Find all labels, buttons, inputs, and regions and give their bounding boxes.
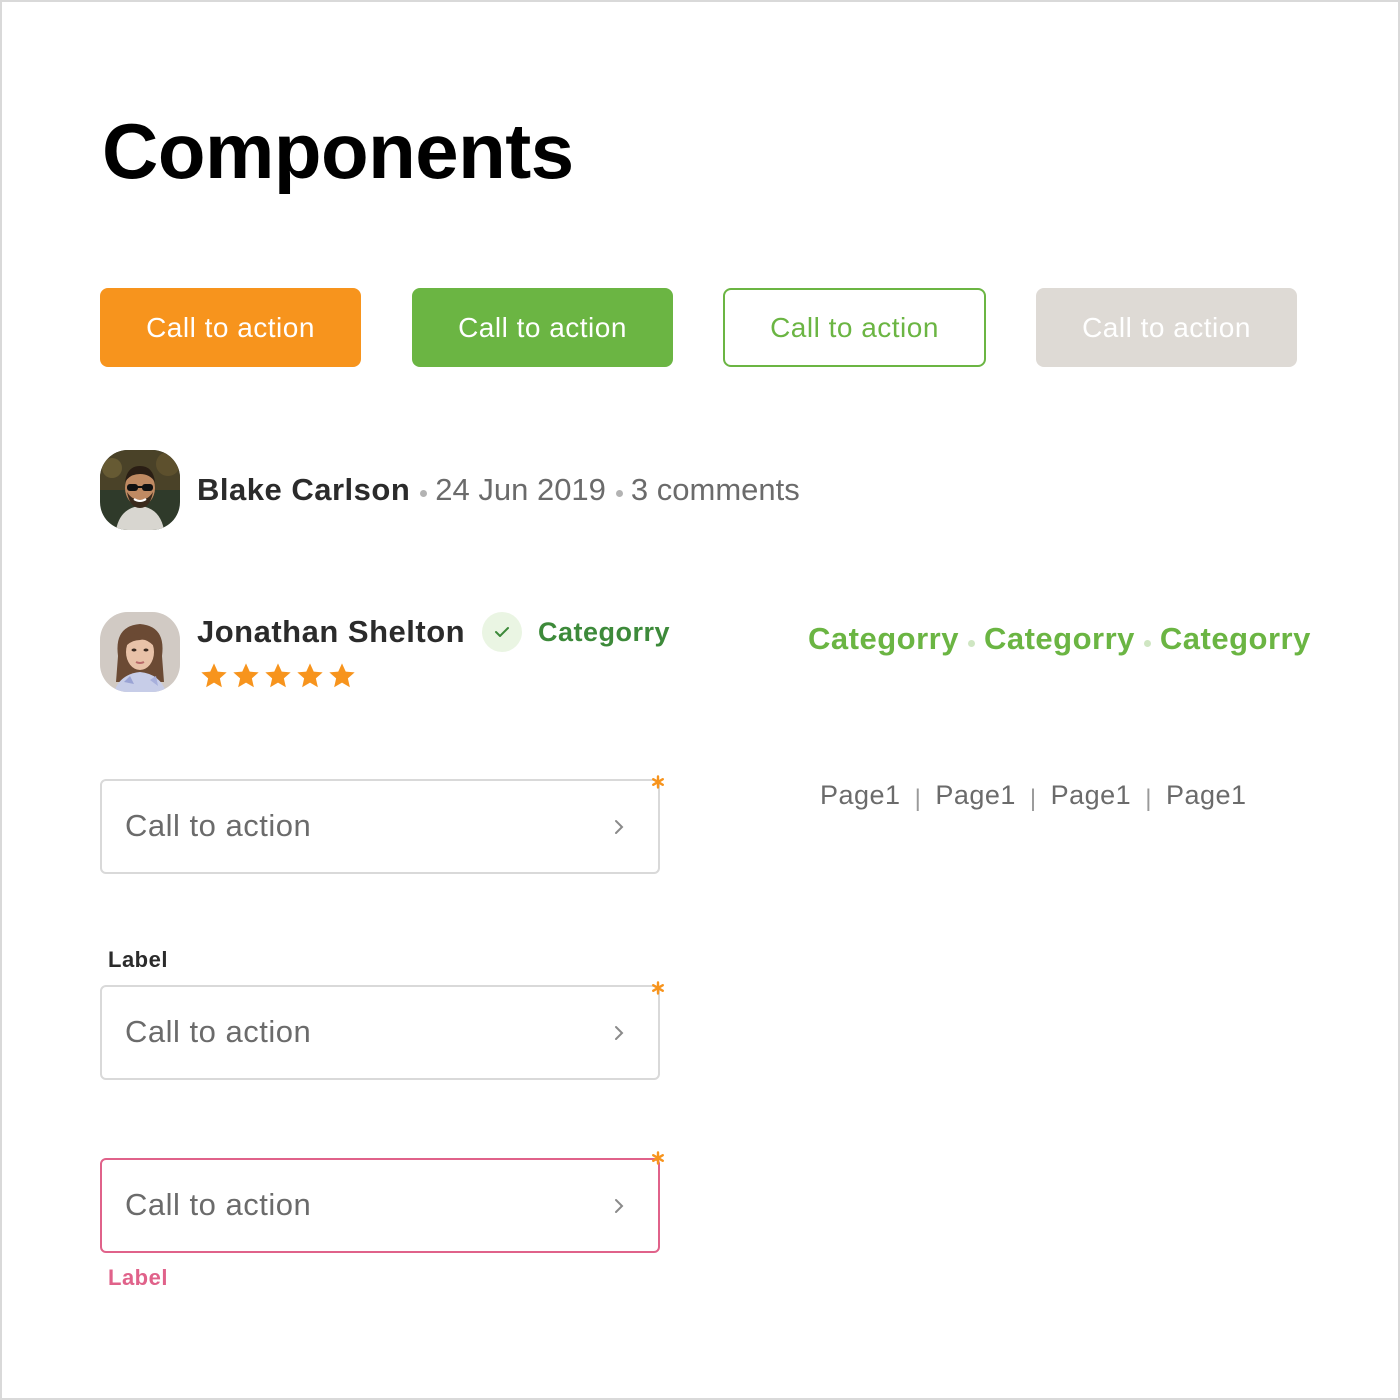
separator-dot: [615, 490, 623, 497]
chevron-right-icon: [610, 1196, 628, 1216]
review-author-name[interactable]: Jonathan Shelton: [197, 612, 465, 652]
page-link[interactable]: Page1: [1166, 780, 1247, 810]
verified-category[interactable]: Categorry: [538, 614, 670, 650]
chevron-right-icon: [610, 1023, 628, 1043]
field-label: Label: [108, 947, 168, 972]
star-icon: [262, 660, 294, 692]
star-icon: [294, 660, 326, 692]
avatar-jonathan[interactable]: [100, 612, 180, 692]
rating-stars: [198, 660, 358, 692]
post-meta: Blake Carlson 24 Jun 2019 3 comments: [197, 470, 800, 510]
check-icon: [482, 612, 522, 652]
asterisk-icon: [651, 1151, 665, 1165]
comments-count[interactable]: 3 comments: [631, 472, 800, 507]
page-title: Components: [102, 107, 574, 195]
select-field-value: Call to action: [125, 1187, 312, 1222]
page-link[interactable]: Page1: [820, 780, 901, 810]
separator-dot: [1143, 640, 1151, 647]
select-field[interactable]: Call to action: [100, 779, 660, 874]
page-separator: |: [1145, 785, 1152, 812]
post-date: 24 Jun 2019: [435, 472, 606, 507]
select-field-labeled[interactable]: Call to action: [100, 985, 660, 1080]
category-link[interactable]: Categorry: [984, 621, 1135, 656]
select-field-error[interactable]: Call to action: [100, 1158, 660, 1253]
select-field-value: Call to action: [125, 1014, 312, 1049]
page-link[interactable]: Page1: [1051, 780, 1132, 810]
pagination: Page1 | Page1 | Page1 | Page1: [820, 776, 1247, 818]
page-separator: |: [1029, 785, 1037, 812]
field-error-label: Label: [108, 1265, 168, 1290]
star-icon: [198, 660, 230, 692]
chevron-right-icon: [610, 817, 628, 837]
asterisk-icon: [651, 981, 665, 995]
primary-button[interactable]: Call to action: [100, 288, 361, 367]
category-list: Categorry Categorry Categorry: [808, 618, 1311, 660]
page-link[interactable]: Page1: [935, 780, 1016, 810]
asterisk-icon: [651, 775, 665, 789]
avatar-blake[interactable]: [100, 450, 180, 530]
select-field-value: Call to action: [125, 808, 312, 843]
category-link[interactable]: Categorry: [808, 621, 959, 656]
disabled-button: Call to action: [1036, 288, 1297, 367]
separator-dot: [967, 640, 975, 647]
outline-button[interactable]: Call to action: [723, 288, 986, 367]
star-icon: [230, 660, 262, 692]
secondary-button[interactable]: Call to action: [412, 288, 673, 367]
author-name[interactable]: Blake Carlson: [197, 472, 410, 507]
page-separator: |: [914, 785, 922, 812]
category-link[interactable]: Categorry: [1160, 621, 1311, 656]
separator-dot: [420, 490, 428, 497]
star-icon: [326, 660, 358, 692]
